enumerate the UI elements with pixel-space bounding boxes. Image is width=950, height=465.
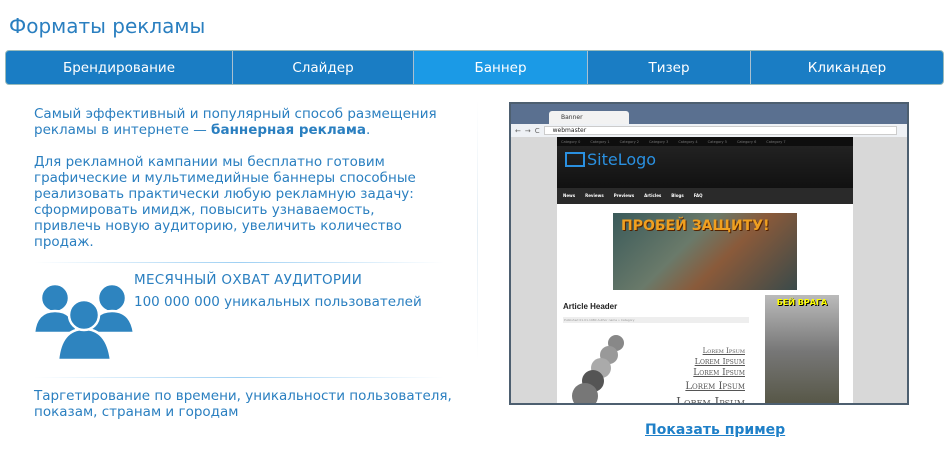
back-icon: ←	[515, 126, 521, 135]
mock-lorem: Lorem Ipsum	[694, 357, 745, 366]
tab-teaser[interactable]: Тизер	[588, 51, 751, 84]
browser-toolbar: ← → C webmaster	[511, 124, 907, 137]
mock-category: Category 0	[561, 140, 581, 144]
tab-branding[interactable]: Брендирование	[6, 51, 233, 84]
mock-nav-item: Reviews	[585, 193, 604, 198]
mock-logo: SiteLogo	[557, 146, 853, 169]
tab-banner[interactable]: Баннер	[414, 51, 588, 84]
page-title: Форматы рекламы	[9, 14, 206, 38]
browser-titlebar: Banner	[511, 104, 907, 124]
mock-category: Category 6	[736, 140, 757, 144]
mock-category: Category 2	[619, 140, 639, 144]
intro-end: .	[366, 122, 371, 138]
mock-category: Category 1	[590, 140, 610, 144]
column-divider	[477, 100, 478, 360]
reach-heading: МЕСЯЧНЫЙ ОХВАТ АУДИТОРИИ	[134, 272, 363, 288]
tab-clickunder[interactable]: Кликандер	[751, 51, 943, 84]
divider	[34, 262, 444, 263]
mock-nav-item: FAQ	[693, 193, 703, 198]
targeting-text: Таргетирование по времени, уникальности …	[34, 388, 452, 420]
format-tabs: Брендирование Слайдер Баннер Тизер Клика…	[5, 50, 944, 85]
mock-lorem: Lorem Ipsum	[676, 395, 745, 405]
banner-example-screenshot: Banner ← → C webmaster Category 0 Category …	[509, 102, 909, 405]
address-bar: webmaster	[543, 126, 897, 135]
users-icon	[33, 282, 135, 361]
mock-category: Category 4	[678, 140, 698, 144]
mock-side-banner: БЕЙ ВРАГА	[765, 295, 839, 403]
mock-category: Category 3	[648, 140, 669, 144]
intro-bold: баннерная реклама	[211, 122, 366, 138]
reload-icon: C	[534, 126, 540, 135]
description-text: Для рекламной кампании мы бесплатно гото…	[34, 154, 416, 250]
mock-nav: News Reviews Previews Articles Blogs FAQ	[557, 188, 853, 204]
mock-header: SiteLogo	[557, 146, 853, 188]
mock-article-image	[572, 335, 624, 403]
mock-categories: Category 0 Category 1 Category 2 Category 3…	[557, 137, 853, 146]
mock-nav-item: Previews	[613, 193, 635, 198]
mock-article-meta: Published 01.01.1980 Author name » Categ…	[563, 317, 749, 323]
mock-category: Category 5	[707, 140, 727, 144]
mock-nav-item: Blogs	[671, 193, 684, 198]
show-example-link[interactable]: Показать пример	[645, 422, 785, 438]
mock-nav-item: News	[563, 193, 576, 198]
browser-tab: Banner	[549, 111, 629, 124]
mock-lorem: Lorem Ipsum	[693, 368, 745, 378]
mock-top-banner: ПРОБЕЙ ЗАЩИТУ!	[613, 213, 797, 290]
mock-nav-item: Articles	[644, 193, 662, 198]
mock-site: Category 0 Category 1 Category 2 Category 3…	[557, 137, 853, 405]
intro-text: Самый эффективный и популярный способ ра…	[34, 106, 454, 138]
reach-value: 100 000 000 уникальных пользователей	[134, 294, 422, 310]
divider	[34, 377, 444, 378]
mock-lorem: Lorem Ipsum	[702, 347, 745, 355]
mock-article-header: Article Header	[563, 302, 618, 311]
mock-lorem: Lorem Ipsum	[685, 381, 745, 392]
tab-slider[interactable]: Слайдер	[233, 51, 414, 84]
mock-category: Category 7	[766, 140, 786, 144]
forward-icon: →	[524, 126, 531, 135]
